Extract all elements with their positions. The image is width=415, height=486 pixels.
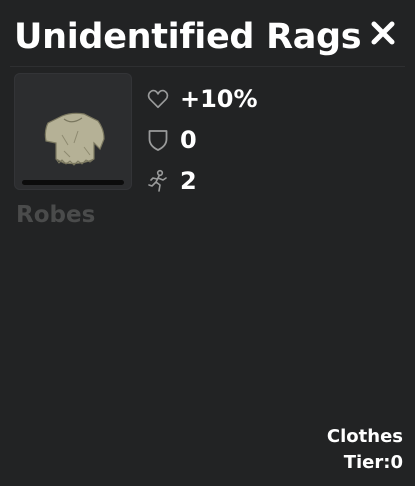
- durability-bar: [22, 180, 124, 185]
- heart-outline-icon: [146, 87, 170, 111]
- stat-speed-value: 2: [180, 166, 197, 195]
- close-button[interactable]: [369, 19, 397, 47]
- item-tier-label: Tier:0: [343, 452, 403, 473]
- item-category: Robes: [16, 202, 96, 228]
- stat-armor-row: 0: [146, 119, 258, 160]
- stat-health-value: +10%: [180, 84, 258, 113]
- close-icon: [371, 21, 395, 45]
- running-figure-icon: [146, 169, 170, 193]
- header-divider: [10, 66, 405, 67]
- item-footer: Clothes Tier:0: [327, 424, 403, 476]
- rags-shirt-icon: [44, 112, 105, 166]
- item-type-label: Clothes: [326, 426, 403, 447]
- item-slot: [14, 73, 132, 190]
- stat-health-row: +10%: [146, 78, 258, 119]
- stats-list: +10% 0 2: [146, 78, 258, 201]
- item-tooltip-panel: Unidentified Rags Robes +10% 0 2 Clothes…: [0, 0, 415, 486]
- stat-speed-row: 2: [146, 160, 258, 201]
- item-title: Unidentified Rags: [14, 17, 362, 57]
- shield-outline-icon: [146, 128, 170, 152]
- stat-armor-value: 0: [180, 125, 197, 154]
